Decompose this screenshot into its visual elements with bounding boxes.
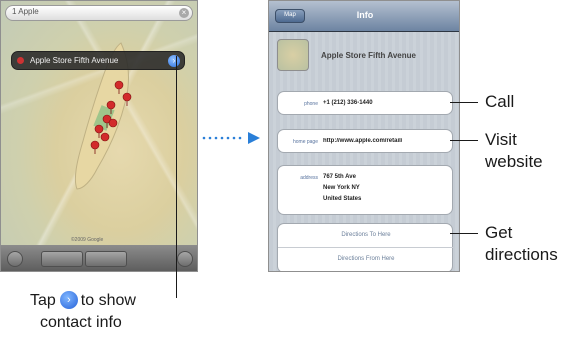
homepage-row[interactable]: home page http://www.apple.com/retail/ <box>277 129 453 153</box>
phone-label: phone <box>304 101 318 107</box>
call-leader-line <box>450 102 478 103</box>
search-field[interactable]: 1 Apple × <box>5 5 193 21</box>
map-toolbar <box>1 245 197 271</box>
address-line: United States <box>323 196 362 202</box>
pin-icon <box>17 57 24 64</box>
directions-annotation: Get <box>485 223 513 242</box>
tap-leader-line <box>176 56 177 298</box>
map-pins <box>90 80 132 154</box>
call-annotation: Call <box>485 92 515 111</box>
info-screen: Map Info Apple Store Fifth Avenue phone … <box>268 0 460 272</box>
map-pin <box>106 100 116 110</box>
pin-callout[interactable]: Apple Store Fifth Avenue › <box>11 51 185 70</box>
address-row[interactable]: address 767 5th Ave New York NY United S… <box>277 165 453 215</box>
directions-to-here-button[interactable]: Directions To Here <box>278 224 454 248</box>
place-name: Apple Store Fifth Avenue <box>321 51 416 60</box>
map-pin <box>94 124 104 134</box>
map-screen: 1 Apple × Apple Store Fifth Avenue › ©20… <box>0 0 198 272</box>
address-label: address <box>300 175 318 181</box>
navigation-bar: Map Info <box>269 1 459 32</box>
map-pin <box>108 118 118 128</box>
nav-title: Info <box>356 10 374 20</box>
tap-caption-line: Tap › to show <box>30 290 136 312</box>
homepage-value: http://www.apple.com/retail/ <box>323 138 403 144</box>
map-pin <box>122 92 132 102</box>
clear-icon[interactable]: × <box>179 8 189 18</box>
map-pin <box>114 80 124 90</box>
disclosure-icon: › <box>59 290 78 309</box>
page-curl-button[interactable] <box>177 251 193 267</box>
directions-mode-button[interactable] <box>85 251 127 267</box>
locate-button[interactable] <box>7 251 23 267</box>
location-thumbnail <box>277 39 309 71</box>
directions-leader-line <box>450 233 478 234</box>
phone-row[interactable]: phone +1 (212) 336-1440 <box>277 91 453 115</box>
map-credit: ©2009 Google <box>71 237 104 243</box>
disclosure-button[interactable]: › <box>168 55 180 67</box>
directions-annotation: directions <box>485 245 558 264</box>
map-pin <box>90 140 100 150</box>
directions-group: Directions To Here Directions From Here <box>277 223 454 271</box>
search-query: 1 Apple <box>12 7 39 16</box>
visit-annotation: website <box>485 152 543 171</box>
tap-caption-line2: contact info <box>40 314 122 331</box>
phone-value: +1 (212) 336-1440 <box>323 100 373 106</box>
visit-annotation: Visit <box>485 130 517 149</box>
search-mode-button[interactable] <box>41 251 83 267</box>
address-line: New York NY <box>323 185 360 191</box>
homepage-label: home page <box>292 139 318 145</box>
visit-leader-line <box>450 140 478 141</box>
tap-prefix: Tap <box>30 292 56 309</box>
tap-suffix: to show <box>80 292 136 309</box>
address-line: 767 5th Ave <box>323 174 356 180</box>
directions-from-here-button[interactable]: Directions From Here <box>278 248 454 271</box>
transition-arrow <box>202 132 260 144</box>
callout-title: Apple Store Fifth Avenue <box>30 56 119 65</box>
map-pin <box>100 132 110 142</box>
